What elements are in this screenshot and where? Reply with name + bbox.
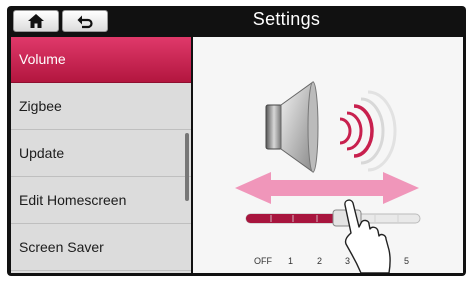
back-button[interactable] (62, 10, 108, 32)
sidebar-item-zigbee[interactable]: Zigbee (11, 84, 191, 130)
sidebar-item-label: Update (19, 145, 65, 161)
screen-frame: Settings Volume Zigbee Update Edit Homes… (7, 6, 466, 276)
home-icon (28, 14, 44, 28)
sidebar-item-label: Zigbee (19, 98, 62, 114)
settings-sidebar: Volume Zigbee Update Edit Homescreen Scr… (11, 37, 191, 273)
sidebar-item-label: Edit Homescreen (19, 192, 127, 208)
back-arrow-icon (77, 15, 93, 29)
sidebar-item-label: Volume (19, 51, 66, 67)
sidebar-item-screen-saver[interactable]: Screen Saver (11, 225, 191, 271)
sidebar-item-label: Screen Saver (19, 239, 104, 255)
sidebar-item-update[interactable]: Update (11, 131, 191, 177)
sidebar-scrollbar[interactable] (185, 133, 189, 201)
page-title: Settings (252, 9, 321, 29)
volume-panel: OFF 1 2 3 4 5 (193, 37, 463, 273)
home-button[interactable] (13, 10, 59, 32)
sidebar-item-edit-homescreen[interactable]: Edit Homescreen (11, 178, 191, 224)
title-bar: Settings (7, 6, 466, 36)
hand-pointer-icon (344, 199, 391, 273)
sidebar-item-volume[interactable]: Volume (11, 37, 191, 83)
device-screen: Settings Volume Zigbee Update Edit Homes… (0, 0, 474, 284)
